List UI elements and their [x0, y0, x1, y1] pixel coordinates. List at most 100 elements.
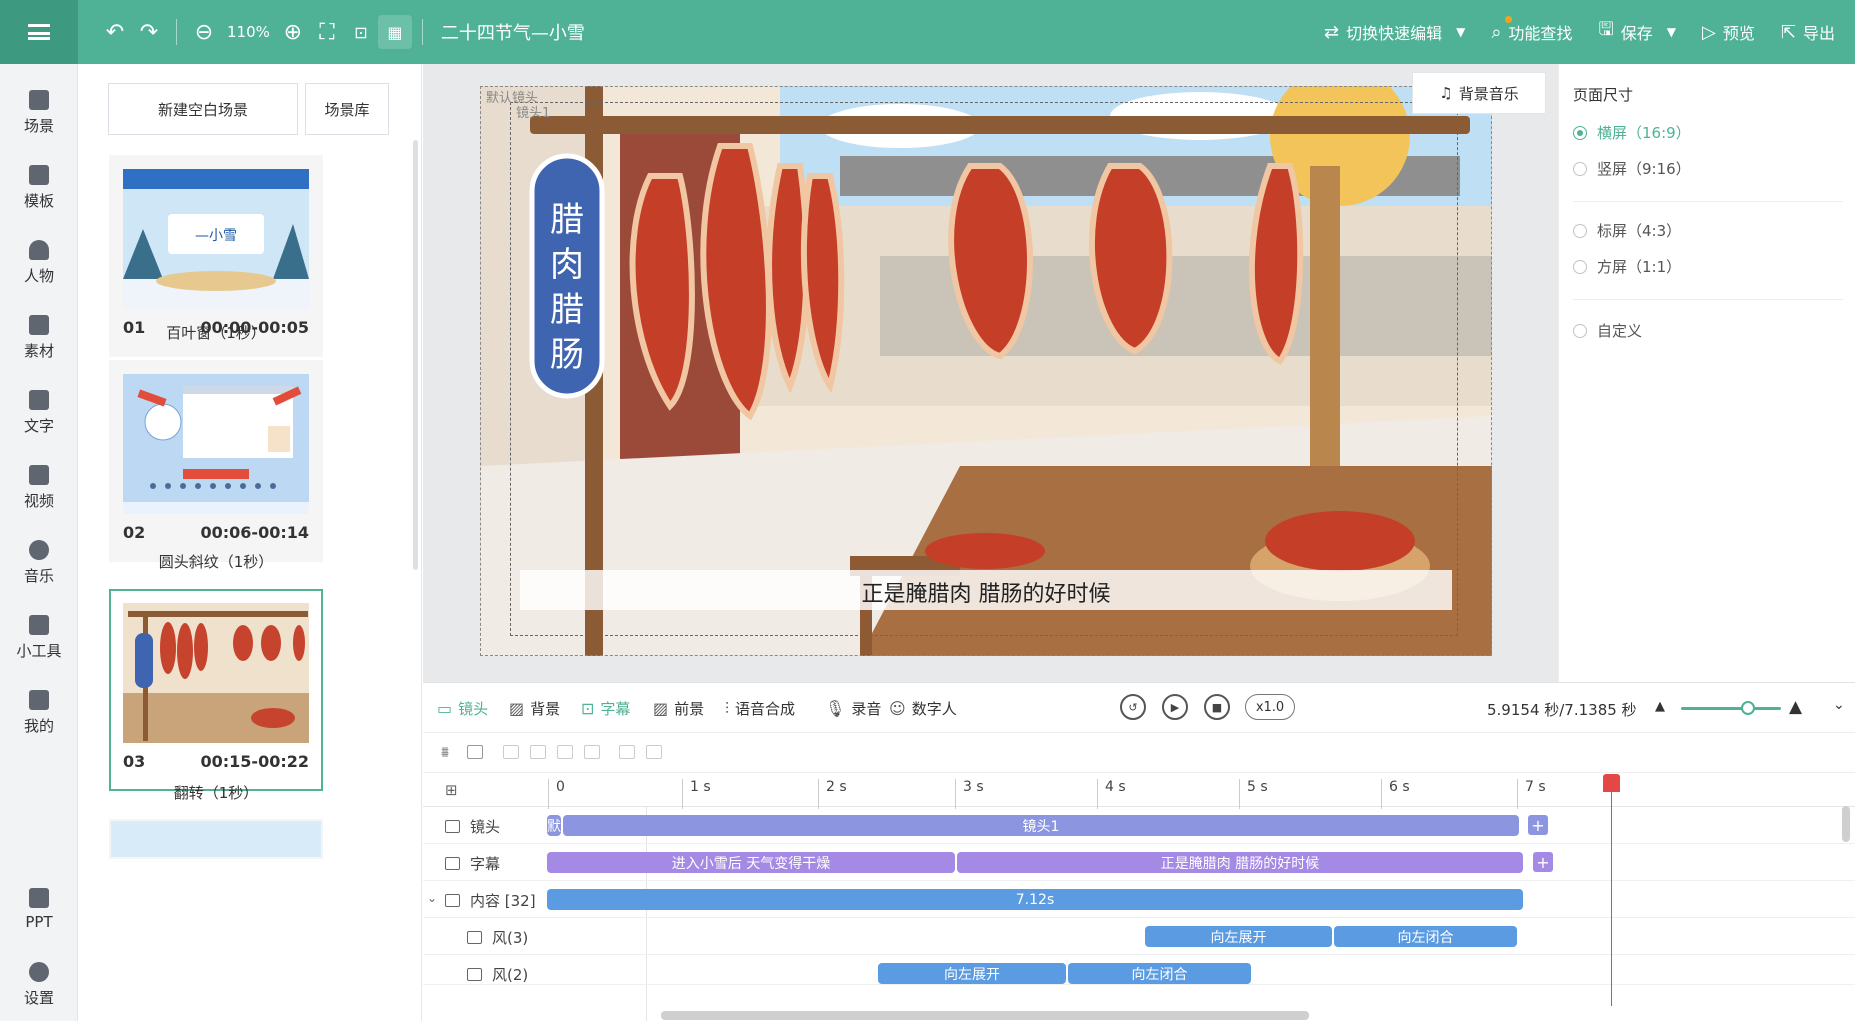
search-icon: ⌕: [1491, 21, 1502, 43]
stop-icon[interactable]: ■: [1204, 694, 1230, 720]
rail-item-settings[interactable]: 设置: [0, 962, 78, 1008]
scene-card-04[interactable]: [109, 819, 323, 859]
rail-item-character[interactable]: 人物: [0, 240, 78, 286]
radio-circle: [1573, 125, 1587, 140]
ruler-tick: 5 s: [1239, 779, 1268, 809]
radio-landscape[interactable]: 横屏（16:9）: [1573, 122, 1691, 143]
clip-subtitle[interactable]: 正是腌腊肉 腊肠的好时候: [957, 852, 1523, 873]
redo-icon[interactable]: ↷: [132, 15, 166, 49]
background-music-button[interactable]: ♫ 背景音乐: [1412, 72, 1546, 114]
timeline-vertical-scrollbar[interactable]: [1842, 806, 1850, 842]
camera1-frame[interactable]: [510, 102, 1458, 636]
scene-card-02[interactable]: 02 00:06-00:14: [109, 360, 323, 562]
clip-camera1[interactable]: 镜头1: [563, 815, 1519, 836]
tab-record[interactable]: 🎙 录音: [825, 698, 881, 719]
document-title[interactable]: 二十四节气—小雪: [441, 19, 585, 45]
expand-chevron-icon[interactable]: ⌄: [427, 891, 437, 905]
playhead-handle[interactable]: [1603, 774, 1620, 792]
split-icon[interactable]: [619, 745, 635, 759]
zoom-in-icon[interactable]: ⊕: [276, 15, 310, 49]
group-icon[interactable]: [467, 745, 483, 759]
radio-portrait[interactable]: 竖屏（9:16）: [1573, 158, 1691, 179]
align-center-icon[interactable]: [530, 745, 546, 759]
slider-knob[interactable]: [1741, 701, 1755, 715]
tab-foreground[interactable]: ▨ 前景: [653, 698, 704, 719]
zoom-in-mountain-icon[interactable]: ▲: [1789, 697, 1802, 717]
new-blank-scene-button[interactable]: 新建空白场景: [108, 83, 298, 135]
replay-icon[interactable]: ↺: [1120, 694, 1146, 720]
track-subtitle: 字幕 进入小雪后 天气变得干燥 正是腌腊肉 腊肠的好时候 +: [423, 844, 1855, 881]
align-left-icon[interactable]: [503, 745, 519, 759]
distribute-icon[interactable]: [584, 745, 600, 759]
zoom-out-icon[interactable]: ⊖: [187, 15, 221, 49]
layout-icon[interactable]: ⊞: [445, 781, 458, 799]
track-label: 风(3): [467, 927, 528, 948]
content-icon: [445, 894, 460, 907]
scene-library-button[interactable]: 场景库: [305, 83, 389, 135]
clip-content[interactable]: 7.12s: [547, 889, 1523, 910]
clip-animation[interactable]: 向左展开: [1145, 926, 1332, 947]
fullscreen-icon[interactable]: ⛶: [310, 15, 344, 49]
clip-default-camera[interactable]: 默: [547, 815, 561, 836]
digital-human-icon: ☺: [889, 699, 906, 718]
radio-standard[interactable]: 标屏（4:3）: [1573, 220, 1681, 241]
merge-icon[interactable]: [646, 745, 662, 759]
tab-background[interactable]: ▨ 背景: [509, 698, 560, 719]
add-camera-button[interactable]: +: [1528, 815, 1548, 835]
rail-item-text[interactable]: 文字: [0, 390, 78, 436]
fit-screen-icon[interactable]: ▦: [377, 15, 412, 49]
actual-size-icon[interactable]: ⊡: [344, 15, 378, 49]
ppt-icon: [29, 888, 49, 908]
timeline-ruler[interactable]: ⊞ 0 1 s 2 s 3 s 4 s 5 s 6 s 7 s: [423, 773, 1855, 809]
rail-item-template[interactable]: 模板: [0, 165, 78, 211]
add-subtitle-button[interactable]: +: [1533, 852, 1553, 872]
scene-card-03[interactable]: 03 00:15-00:22: [109, 589, 323, 791]
align-right-icon[interactable]: [557, 745, 573, 759]
undo-icon[interactable]: ↶: [98, 15, 132, 49]
chevron-down-icon[interactable]: ▼: [1667, 25, 1676, 39]
switch-quick-edit-button[interactable]: ⇄ 切换快速编辑: [1324, 20, 1442, 44]
radio-custom[interactable]: 自定义: [1573, 320, 1642, 341]
rail-item-tools[interactable]: 小工具: [0, 615, 78, 661]
clip-subtitle[interactable]: 进入小雪后 天气变得干燥: [547, 852, 955, 873]
tab-subtitle[interactable]: ⊡ 字幕: [581, 698, 630, 719]
scene-transition[interactable]: 翻转（1秒）: [109, 782, 323, 803]
playhead[interactable]: [1611, 774, 1612, 1006]
hamburger-icon: [28, 24, 50, 40]
tab-tts[interactable]: ⫶ 语音合成: [725, 698, 795, 719]
menu-button[interactable]: [0, 0, 78, 64]
chevron-down-icon[interactable]: ▼: [1456, 25, 1465, 39]
rail-item-scene[interactable]: 场景: [0, 90, 78, 136]
play-icon[interactable]: ▶: [1162, 694, 1188, 720]
filter-icon[interactable]: ⩩: [441, 743, 449, 761]
rail-item-music[interactable]: 音乐: [0, 540, 78, 586]
clip-animation[interactable]: 向左闭合: [1068, 963, 1251, 984]
clip-animation[interactable]: 向左闭合: [1334, 926, 1517, 947]
rail-item-mine[interactable]: 我的: [0, 690, 78, 736]
save-button[interactable]: 🖫 保存: [1598, 17, 1652, 47]
zoom-out-mountain-icon[interactable]: ▲: [1655, 699, 1665, 714]
scene-scrollbar[interactable]: [413, 140, 418, 570]
subtitle-text[interactable]: 正是腌腊肉 腊肠的好时候: [520, 576, 1452, 608]
rail-item-material[interactable]: 素材: [0, 315, 78, 361]
export-button[interactable]: ⇱ 导出: [1781, 20, 1835, 44]
tab-digital-human[interactable]: ☺ 数字人: [889, 698, 957, 719]
clip-animation[interactable]: 向左展开: [878, 963, 1066, 984]
upload-icon: [29, 690, 49, 710]
video-icon: [29, 465, 49, 485]
radio-square[interactable]: 方屏（1:1）: [1573, 256, 1681, 277]
tab-camera[interactable]: ▭ 镜头: [437, 698, 488, 719]
scene-transition[interactable]: 圆头斜纹（1秒）: [109, 551, 323, 572]
collapse-icon[interactable]: ⌄: [1833, 697, 1845, 713]
scene-canvas[interactable]: 腊 肉 腊 肠 默认镜头 镜头1 正是腌腊肉 腊肠的好时候: [480, 86, 1492, 656]
feature-search-button[interactable]: ⌕ 功能查找: [1491, 16, 1572, 44]
timeline-horizontal-scrollbar[interactable]: [661, 1011, 1309, 1020]
timeline-zoom-slider[interactable]: [1681, 701, 1781, 715]
speed-button[interactable]: x1.0: [1245, 694, 1295, 720]
preview-button[interactable]: ▷ 预览: [1702, 20, 1755, 44]
export-icon: ⇱: [1780, 21, 1796, 43]
scene-transition[interactable]: 百叶窗（1秒）: [109, 322, 323, 343]
rail-item-video[interactable]: 视频: [0, 465, 78, 511]
rail-item-ppt[interactable]: PPT: [0, 888, 78, 931]
divider: [421, 19, 423, 45]
